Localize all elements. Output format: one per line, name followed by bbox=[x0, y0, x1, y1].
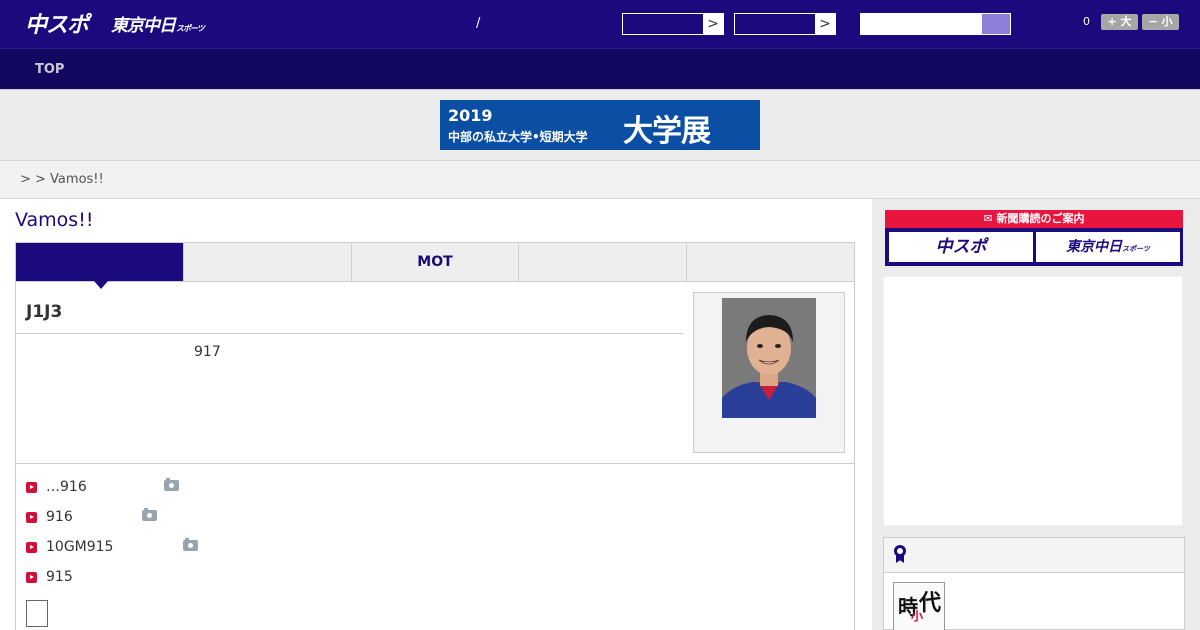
header-select-2[interactable]: > bbox=[734, 13, 836, 35]
title-divider bbox=[16, 333, 684, 334]
tokyo-chunichi-logo[interactable]: 東京中日スポーツ bbox=[111, 11, 205, 36]
player-portrait-image bbox=[722, 298, 816, 418]
article-panel: J1J3 917 …916 916 10GM915 915 bbox=[15, 282, 855, 630]
news-item-text: 916 bbox=[46, 509, 73, 525]
chevron-right-icon: > bbox=[815, 14, 835, 34]
university-fair-banner[interactable]: 2019 中部の私立大学•短期大学 大学展 bbox=[440, 100, 760, 150]
subscribe-chuspo-button[interactable]: 中スポ bbox=[889, 232, 1033, 262]
play-bullet-icon bbox=[26, 542, 37, 553]
play-bullet-icon bbox=[26, 512, 37, 523]
banner-year: 2019 bbox=[448, 106, 493, 125]
news-item-text: …916 bbox=[46, 479, 87, 495]
banner-headline: 大学展 bbox=[623, 114, 711, 149]
banner-subtitle: 中部の私立大学•短期大学 bbox=[448, 130, 588, 144]
camera-icon bbox=[183, 538, 198, 551]
news-item[interactable]: 916 bbox=[26, 508, 157, 538]
header-select-1[interactable]: > bbox=[622, 13, 724, 35]
tokyo-logo-sub: スポーツ bbox=[176, 24, 205, 33]
font-size-large-button[interactable]: + 大 bbox=[1101, 14, 1138, 30]
page-title: Vamos!! bbox=[15, 209, 94, 231]
news-list: …916 916 10GM915 915 bbox=[26, 478, 198, 598]
tokyo-logo-text: 東京中日 bbox=[111, 16, 176, 36]
subscribe-tokyo-text: 東京中日 bbox=[1066, 239, 1123, 255]
thumb-char-3: 小 bbox=[911, 609, 924, 623]
player-photo[interactable] bbox=[722, 298, 816, 418]
tab-2[interactable] bbox=[183, 243, 352, 281]
tab-4[interactable] bbox=[519, 243, 688, 281]
advertisement-slot[interactable] bbox=[883, 276, 1183, 526]
news-item[interactable]: 915 bbox=[26, 568, 113, 598]
camera-icon bbox=[142, 508, 157, 521]
header-search bbox=[860, 13, 1011, 35]
top-header: 中スポ 東京中日スポーツ / > > 0 + 大 − 小 bbox=[0, 0, 1200, 49]
play-bullet-icon bbox=[26, 572, 37, 583]
chuspo-logo[interactable]: 中スポ bbox=[25, 7, 89, 39]
font-size-small-button[interactable]: − 小 bbox=[1142, 14, 1179, 30]
subscription-header-text: 新聞購読のご案内 bbox=[996, 212, 1085, 225]
subscribe-tokyo-sub: スポーツ bbox=[1122, 245, 1150, 253]
ranking-widget: 時 代 小 bbox=[883, 537, 1185, 630]
article-text: 917 bbox=[194, 344, 221, 360]
subscribe-tokyo-button[interactable]: 東京中日スポーツ bbox=[1036, 232, 1180, 262]
tab-mot[interactable]: MOT bbox=[351, 243, 520, 281]
small-thumbnail[interactable] bbox=[26, 600, 48, 627]
ribbon-tail bbox=[896, 555, 904, 563]
news-item-text: 10GM915 bbox=[46, 539, 114, 555]
news-item[interactable]: 10GM915 bbox=[26, 538, 198, 568]
tab-bar: MOT bbox=[15, 242, 855, 289]
subscription-widget: ✉ 新聞購読のご案内 中スポ 東京中日スポーツ bbox=[885, 210, 1183, 266]
search-button[interactable] bbox=[982, 14, 1010, 34]
camera-icon bbox=[164, 478, 179, 491]
subscription-header[interactable]: ✉ 新聞購読のご案内 bbox=[885, 210, 1183, 228]
breadcrumb[interactable]: > > Vamos!! bbox=[20, 172, 104, 187]
banner-area: 2019 中部の私立大学•短期大学 大学展 bbox=[0, 90, 1200, 161]
newspaper-icon: ✉ bbox=[983, 212, 997, 225]
play-bullet-icon bbox=[26, 482, 37, 493]
ranking-header bbox=[884, 538, 1184, 573]
search-input[interactable] bbox=[861, 14, 982, 34]
nav-item-top[interactable]: TOP bbox=[35, 62, 64, 77]
main-nav: TOP bbox=[0, 49, 1200, 90]
tab-1[interactable] bbox=[16, 243, 184, 289]
article-title[interactable]: J1J3 bbox=[26, 302, 62, 322]
header-separator: / bbox=[476, 16, 481, 31]
player-photo-frame bbox=[693, 292, 845, 453]
notification-count: 0 bbox=[1083, 15, 1090, 28]
breadcrumb-bar: > > Vamos!! bbox=[0, 161, 1200, 199]
chevron-right-icon: > bbox=[703, 14, 723, 34]
tab-5[interactable] bbox=[687, 243, 854, 281]
news-item-text: 915 bbox=[46, 569, 73, 585]
section-divider bbox=[16, 463, 854, 464]
news-item[interactable]: …916 bbox=[26, 478, 179, 508]
ranking-thumbnail[interactable]: 時 代 小 bbox=[893, 582, 945, 630]
ribbon-icon bbox=[894, 545, 906, 563]
